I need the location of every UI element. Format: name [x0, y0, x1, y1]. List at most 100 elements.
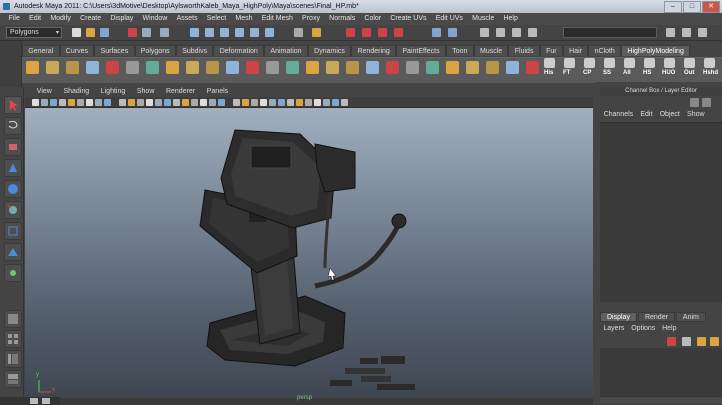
cb-menu-channels[interactable]: Channels [600, 109, 637, 120]
snap-curve-icon[interactable] [205, 28, 214, 37]
shelf-label-hs[interactable]: HS [643, 70, 651, 76]
shelf-tab-muscle[interactable]: Muscle [473, 45, 509, 56]
shelf-menu-strip[interactable] [0, 41, 22, 87]
attribute-editor-toggle-icon[interactable] [496, 28, 505, 37]
shelf-tab-animation[interactable]: Animation [264, 45, 308, 56]
snap-live-icon[interactable] [265, 28, 274, 37]
menu-edit-mesh[interactable]: Edit Mesh [257, 13, 297, 25]
panel-toolbar-icon[interactable] [341, 99, 348, 106]
shelf-tab-fluids[interactable]: Fluids [508, 45, 540, 56]
shelf-script-icon[interactable] [564, 58, 575, 68]
menu-display[interactable]: Display [106, 13, 138, 25]
panel-toolbar-icon[interactable] [104, 99, 111, 106]
menu-file[interactable]: File [4, 13, 24, 25]
new-layer-icon[interactable] [682, 337, 691, 346]
move-layer-down-icon[interactable] [710, 337, 719, 346]
shelf-label-cp[interactable]: CP [583, 70, 591, 76]
shelf-tool-icon[interactable] [206, 61, 219, 74]
menu-color[interactable]: Color [360, 13, 386, 25]
menu-proxy[interactable]: Proxy [297, 13, 324, 25]
menu-edit-uvs[interactable]: Edit UVs [431, 13, 467, 25]
layer-tab-render[interactable]: Render [637, 312, 675, 322]
shelf-tab-deformation[interactable]: Deformation [213, 45, 265, 56]
panel-toolbar-icon[interactable] [50, 99, 57, 106]
panel-menu-renderer[interactable]: Renderer [160, 87, 201, 97]
menu-mesh[interactable]: Mesh [231, 13, 257, 25]
channel-box-settings-icon[interactable] [690, 98, 699, 107]
shelf-tool-icon[interactable] [106, 61, 119, 74]
menu-help[interactable]: Help [499, 13, 523, 25]
shelf-tool-icon[interactable] [506, 61, 519, 74]
hypershade-icon[interactable] [394, 28, 403, 37]
new-layer-selected-icon[interactable] [667, 337, 676, 346]
shelf-label-out[interactable]: Out [684, 70, 694, 76]
shelf-label-huo[interactable]: HUO [662, 70, 675, 76]
menu-edit[interactable]: Edit [24, 13, 45, 25]
new-scene-icon[interactable] [72, 28, 81, 37]
shelf-script-icon[interactable] [684, 58, 695, 68]
shelf-tool-icon[interactable] [406, 61, 419, 74]
menu-create-uvs[interactable]: Create UVs [386, 13, 431, 25]
shelf-tool-icon[interactable] [166, 61, 179, 74]
panel-toolbar-icon[interactable] [164, 99, 171, 106]
panel-toolbar-icon[interactable] [191, 99, 198, 106]
snap-plane-icon[interactable] [235, 28, 244, 37]
panel-toolbar-icon[interactable] [269, 99, 276, 106]
shelf-tool-icon[interactable] [126, 61, 139, 74]
select-tool-icon[interactable] [4, 96, 22, 114]
shelf-tool-icon[interactable] [306, 61, 319, 74]
shelf-label-ss[interactable]: SS [603, 70, 611, 76]
panel-toolbar-icon[interactable] [200, 99, 207, 106]
layout-icon[interactable] [666, 28, 675, 37]
shelf-tool-icon[interactable] [326, 61, 339, 74]
shelf-tool-icon[interactable] [526, 61, 539, 74]
minimize-button[interactable]: – [664, 1, 682, 13]
channel-box-toggle-icon[interactable] [528, 28, 537, 37]
shelf-label-all[interactable]: All [623, 70, 631, 76]
shelf-tool-icon[interactable] [146, 61, 159, 74]
panel-toolbar-icon[interactable] [32, 99, 39, 106]
shelf-label-ft[interactable]: FT [563, 70, 570, 76]
menu-modify[interactable]: Modify [46, 13, 76, 25]
rename-icon[interactable] [448, 28, 457, 37]
panel-toolbar-icon[interactable] [182, 99, 189, 106]
menu-select[interactable]: Select [202, 13, 231, 25]
cb-menu-object[interactable]: Object [656, 109, 683, 120]
panel-toolbar-icon[interactable] [86, 99, 93, 106]
maximize-button[interactable]: □ [683, 1, 701, 13]
ipr-render-icon[interactable] [362, 28, 371, 37]
shelf-tool-icon[interactable] [226, 61, 239, 74]
panel-toolbar-icon[interactable] [173, 99, 180, 106]
layer-menu-help[interactable]: Help [659, 324, 680, 334]
select-object-icon[interactable] [142, 28, 151, 37]
panel-toolbar-icon[interactable] [242, 99, 249, 106]
panel-toolbar-icon[interactable] [218, 99, 225, 106]
snap-grid-icon[interactable] [190, 28, 199, 37]
shelf-tool-icon[interactable] [66, 61, 79, 74]
scale-tool-icon[interactable] [4, 201, 22, 219]
menu-normals[interactable]: Normals [325, 13, 360, 25]
menu-assets[interactable]: Assets [172, 13, 202, 25]
bottom-layout-icon[interactable] [30, 398, 38, 404]
four-view-layout-icon[interactable] [4, 330, 22, 348]
shelf-tab-rendering[interactable]: Rendering [351, 45, 397, 56]
panel-toolbar-icon[interactable] [41, 99, 48, 106]
layer-scrollbar[interactable] [600, 396, 722, 403]
show-manipulator-icon[interactable] [4, 264, 22, 282]
shelf-tab-general[interactable]: General [22, 45, 60, 56]
shelf-tab-subdivs[interactable]: Subdivs [175, 45, 214, 56]
layout-3-icon[interactable] [698, 28, 707, 37]
panel-menu-lighting[interactable]: Lighting [95, 87, 131, 97]
shelf-tool-icon[interactable] [446, 61, 459, 74]
sidebar-toggle-icon[interactable] [480, 28, 489, 37]
panel-toolbar-icon[interactable] [77, 99, 84, 106]
shelf-tab-fur[interactable]: Fur [539, 45, 563, 56]
menu-window[interactable]: Window [138, 13, 172, 25]
panel-toolbar-icon[interactable] [332, 99, 339, 106]
shelf-script-icon[interactable] [624, 58, 635, 68]
single-perspective-layout-icon[interactable] [4, 310, 22, 328]
shelf-tool-icon[interactable] [386, 61, 399, 74]
menu-muscle[interactable]: Muscle [468, 13, 499, 25]
shelf-tool-icon[interactable] [46, 61, 59, 74]
shelf-label-hshd[interactable]: Hshd [703, 70, 718, 76]
